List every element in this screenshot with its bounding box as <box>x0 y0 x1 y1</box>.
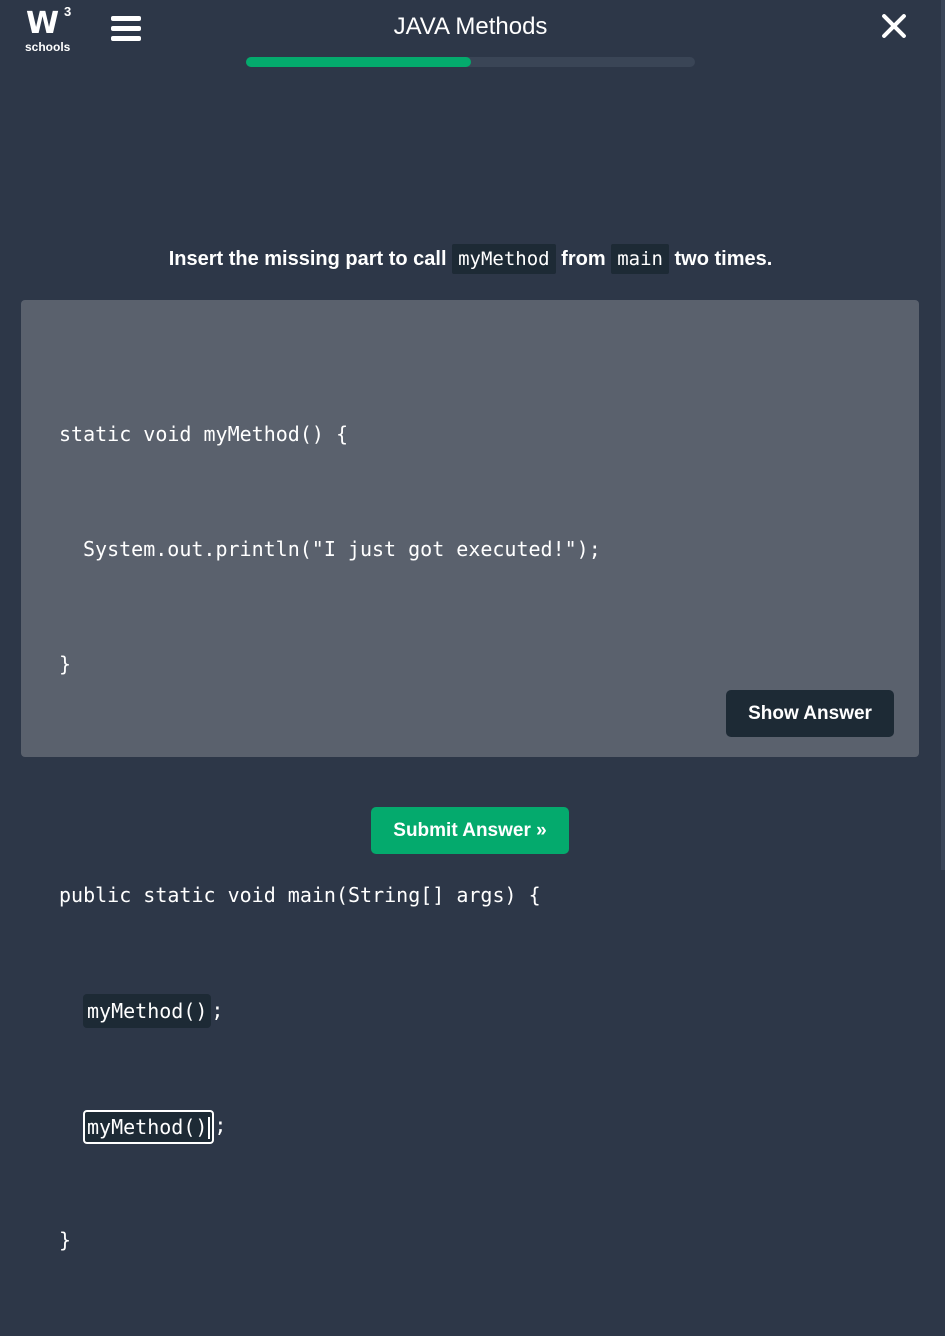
progress-bar-fill <box>246 57 471 67</box>
answer-input-2[interactable]: myMethod() <box>83 1109 215 1144</box>
code-line-6: myMethod(); <box>59 991 601 1029</box>
logo-text: schools <box>25 40 71 54</box>
text-caret <box>208 1117 211 1140</box>
window-scrollbar[interactable] <box>941 0 945 870</box>
code-line-3: } <box>59 652 72 677</box>
code-line-5: public static void main(String[] args) { <box>59 882 541 907</box>
code-panel: static void myMethod() { System.out.prin… <box>21 300 919 1252</box>
code-line-8: } <box>59 1228 72 1253</box>
page-title: JAVA Methods <box>393 13 548 40</box>
code-line-2: System.out.println("I just got executed!… <box>83 537 601 562</box>
submit-answer-button[interactable]: Submit Answer » <box>371 807 569 854</box>
inline-code-main: main <box>611 244 669 274</box>
code-line-6-suffix: ; <box>211 997 224 1022</box>
question-instruction: Insert the missing part to call myMethod… <box>0 243 941 275</box>
code-line-7: myMethod(); <box>59 1106 601 1144</box>
header: W 3 schools JAVA Methods <box>0 0 941 80</box>
instruction-text-before: Insert the missing part to call <box>168 248 447 270</box>
close-icon[interactable] <box>878 10 910 42</box>
progress-bar <box>246 57 695 67</box>
instruction-text-after: two times. <box>674 248 773 270</box>
code-line-7-suffix: ; <box>214 1113 227 1138</box>
inline-code-mymethod: myMethod <box>452 244 556 274</box>
code-line-1: static void myMethod() { <box>59 421 348 446</box>
answer-input-1[interactable]: myMethod() <box>83 994 212 1029</box>
show-answer-button[interactable]: Show Answer <box>726 690 894 737</box>
instruction-text-middle: from <box>561 248 606 270</box>
answer-input-2-value: myMethod() <box>87 1114 208 1139</box>
